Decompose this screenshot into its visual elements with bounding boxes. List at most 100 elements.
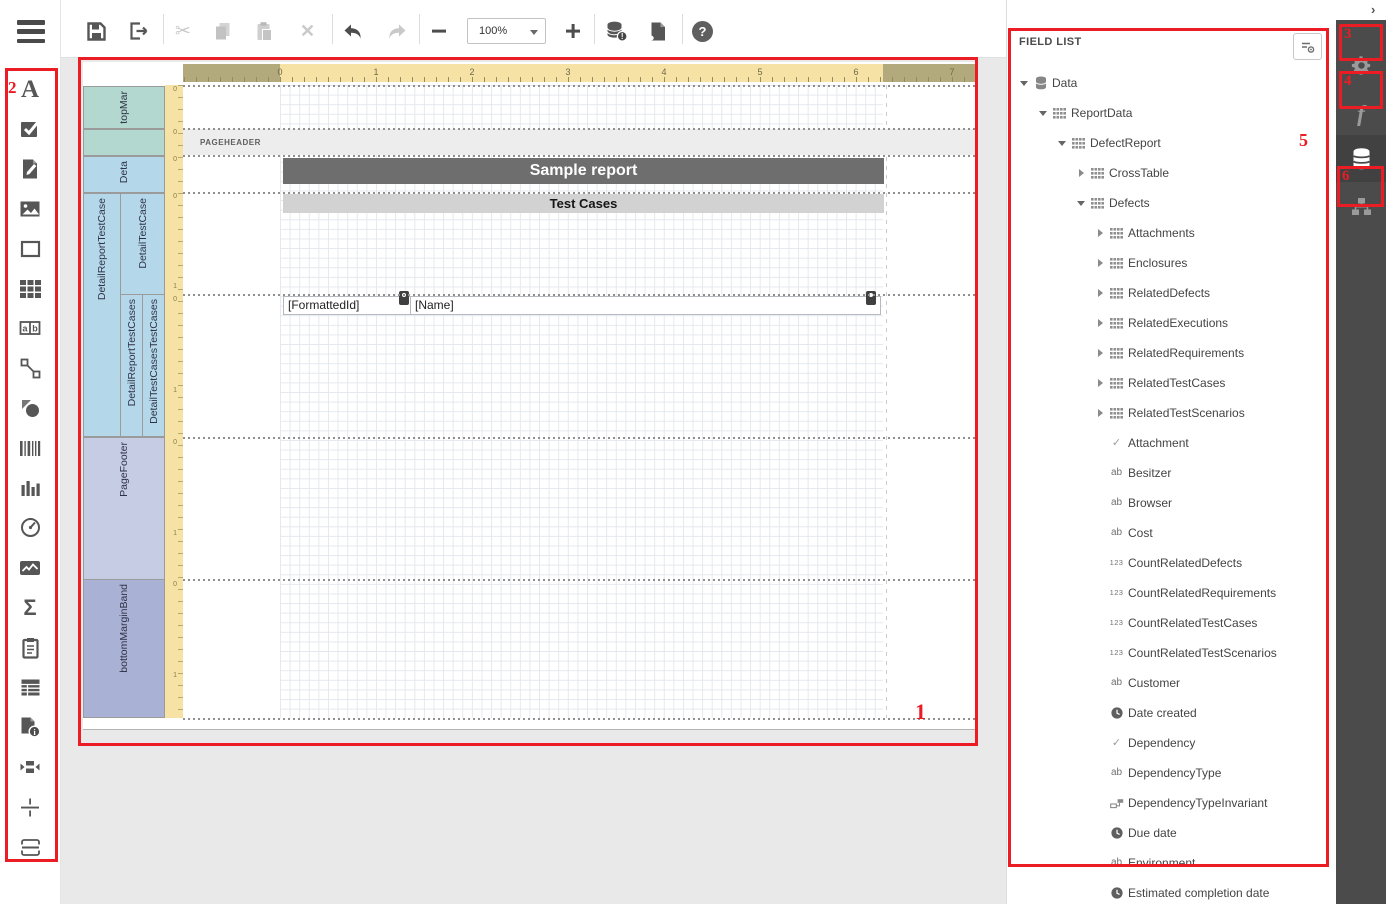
palette-item-data-grid[interactable] [0, 668, 60, 708]
palette-item-barcode[interactable] [0, 428, 60, 468]
chevron-collapsed-icon[interactable] [1098, 379, 1103, 387]
field-list-item-environment[interactable]: abEnvironment [1007, 848, 1337, 878]
field-list-item-attachment[interactable]: ✓Attachment [1007, 428, 1337, 458]
chevron-collapsed-icon[interactable] [1098, 409, 1103, 417]
zoom-in-button[interactable] [564, 18, 582, 44]
right-rail-database-button[interactable] [1336, 135, 1386, 182]
zoom-out-button[interactable] [430, 18, 448, 44]
field-list-item-countrelateddefects[interactable]: 123CountRelatedDefects [1007, 548, 1337, 578]
main-menu-icon[interactable] [17, 20, 45, 43]
page-header-band[interactable]: PAGEHEADER [183, 129, 978, 155]
field-list-item-enclosures[interactable]: Enclosures [1007, 248, 1337, 278]
field-list-options-button[interactable] [1293, 33, 1322, 60]
field-list-item-data[interactable]: Data [1007, 68, 1337, 98]
field-list-item-defectreport[interactable]: DefectReport [1007, 128, 1337, 158]
chevron-collapsed-icon[interactable] [1098, 229, 1103, 237]
undo-button[interactable] [342, 18, 365, 44]
palette-item-gauge[interactable] [0, 508, 60, 548]
field-list-item-relatedtestscenarios[interactable]: RelatedTestScenarios [1007, 398, 1337, 428]
band-separator-line[interactable] [183, 85, 978, 87]
save-button[interactable] [86, 18, 107, 44]
help-button[interactable]: ? [692, 18, 713, 44]
tree-arrow-slot [1036, 111, 1050, 116]
band-separator-line[interactable] [183, 718, 978, 720]
field-list-item-estimated-completion-date[interactable]: Estimated completion date [1007, 878, 1337, 904]
field-list-item-crosstable[interactable]: CrossTable [1007, 158, 1337, 188]
collapse-panel-chevron-icon[interactable]: › [1371, 2, 1375, 17]
palette-item-table[interactable] [0, 269, 60, 309]
field-list-item-countrelatedrequirements[interactable]: 123CountRelatedRequirements [1007, 578, 1337, 608]
palette-item-clipboard[interactable] [0, 628, 60, 668]
band-separator-line[interactable] [183, 128, 978, 130]
band-header-DetailTestCasesTestCases[interactable]: DetailTestCasesTestCases [142, 294, 165, 437]
band-header-bottomMarginBand[interactable]: bottomMarginBand [83, 579, 165, 718]
export-button[interactable] [128, 18, 150, 44]
field-list-item-countrelatedtestcases[interactable]: 123CountRelatedTestCases [1007, 608, 1337, 638]
report-subtitle-element[interactable]: Test Cases [283, 194, 884, 213]
right-rail-function-button[interactable]: f [1336, 90, 1386, 137]
field-list-item-customer[interactable]: abCustomer [1007, 668, 1337, 698]
band-separator-line[interactable] [183, 192, 978, 194]
field-list-item-relatedrequirements[interactable]: RelatedRequirements [1007, 338, 1337, 368]
palette-item-checkbox[interactable] [0, 109, 60, 149]
palette-item-chart[interactable] [0, 468, 60, 508]
field-list-item-relateddefects[interactable]: RelatedDefects [1007, 278, 1337, 308]
band-header-DetailTestCase[interactable]: DetailTestCase [120, 193, 165, 295]
palette-item-page-break[interactable] [0, 747, 60, 787]
chevron-expanded-icon[interactable] [1039, 111, 1047, 116]
field-list-item-relatedtestcases[interactable]: RelatedTestCases [1007, 368, 1337, 398]
field-list-item-dependencytypeinvariant[interactable]: DependencyTypeInvariant [1007, 788, 1337, 818]
script-button[interactable] [648, 18, 667, 44]
field-list-item-besitzer[interactable]: abBesitzer [1007, 458, 1337, 488]
field-list-item-reportdata[interactable]: ReportData [1007, 98, 1337, 128]
field-list-item-defects[interactable]: Defects [1007, 188, 1337, 218]
field-list-item-cost[interactable]: abCost [1007, 518, 1337, 548]
band-header-DetailReportTestCases[interactable]: DetailReportTestCases [120, 294, 143, 437]
palette-item-shape[interactable] [0, 388, 60, 428]
chevron-collapsed-icon[interactable] [1079, 169, 1084, 177]
data-field-formattedid[interactable]: [FormattedId] [283, 296, 411, 315]
palette-item-total[interactable]: Σ [0, 588, 60, 628]
chevron-collapsed-icon[interactable] [1098, 349, 1103, 357]
band-separator-line[interactable] [183, 155, 978, 157]
band-separator-line[interactable] [183, 437, 978, 439]
band-header-Deta[interactable]: Deta [83, 156, 165, 193]
palette-item-stacked-bars[interactable] [0, 827, 60, 867]
palette-item-text-in-cells[interactable]: ab [0, 308, 60, 348]
palette-item-image[interactable] [0, 189, 60, 229]
chevron-expanded-icon[interactable] [1058, 141, 1066, 146]
field-list-item-due-date[interactable]: Due date [1007, 818, 1337, 848]
band-header-unnamed[interactable] [83, 129, 165, 156]
field-list-item-attachments[interactable]: Attachments [1007, 218, 1337, 248]
band-separator-line[interactable] [183, 294, 978, 296]
data-field-name[interactable]: [Name] [410, 296, 881, 315]
field-list-item-dependencytype[interactable]: abDependencyType [1007, 758, 1337, 788]
v-ruler-number: 0 [173, 439, 177, 446]
chevron-collapsed-icon[interactable] [1098, 259, 1103, 267]
chevron-expanded-icon[interactable] [1020, 81, 1028, 86]
chevron-expanded-icon[interactable] [1077, 201, 1085, 206]
palette-item-rich-text[interactable] [0, 149, 60, 189]
right-rail-gear-button[interactable] [1336, 42, 1386, 89]
field-list-item-browser[interactable]: abBrowser [1007, 488, 1337, 518]
palette-item-sparkline[interactable] [0, 548, 60, 588]
chevron-collapsed-icon[interactable] [1098, 289, 1103, 297]
field-list-item-dependency[interactable]: ✓Dependency [1007, 728, 1337, 758]
palette-item-panel[interactable] [0, 229, 60, 269]
palette-item-horizontal-line[interactable] [0, 787, 60, 827]
field-list-item-date-created[interactable]: Date created [1007, 698, 1337, 728]
field-list-item-relatedexecutions[interactable]: RelatedExecutions [1007, 308, 1337, 338]
right-rail-structure-button[interactable] [1336, 183, 1386, 230]
chevron-collapsed-icon[interactable] [1098, 319, 1103, 327]
palette-item-line[interactable] [0, 348, 60, 388]
field-list-item-countrelatedtestscenarios[interactable]: 123CountRelatedTestScenarios [1007, 638, 1337, 668]
data-sources-button[interactable]: ! [605, 18, 628, 44]
band-header-DetailReportTestCase[interactable]: DetailReportTestCase [83, 193, 121, 437]
band-header-PageFooter[interactable]: PageFooter [83, 437, 165, 580]
palette-item-text[interactable]: A [0, 69, 60, 109]
palette-item-sub-report[interactable]: i [0, 707, 60, 747]
band-header-topMar[interactable]: topMar [83, 86, 165, 129]
report-title-element[interactable]: Sample report [283, 158, 884, 184]
band-separator-line[interactable] [183, 579, 978, 581]
zoom-level-select[interactable]: 100% [467, 18, 546, 44]
